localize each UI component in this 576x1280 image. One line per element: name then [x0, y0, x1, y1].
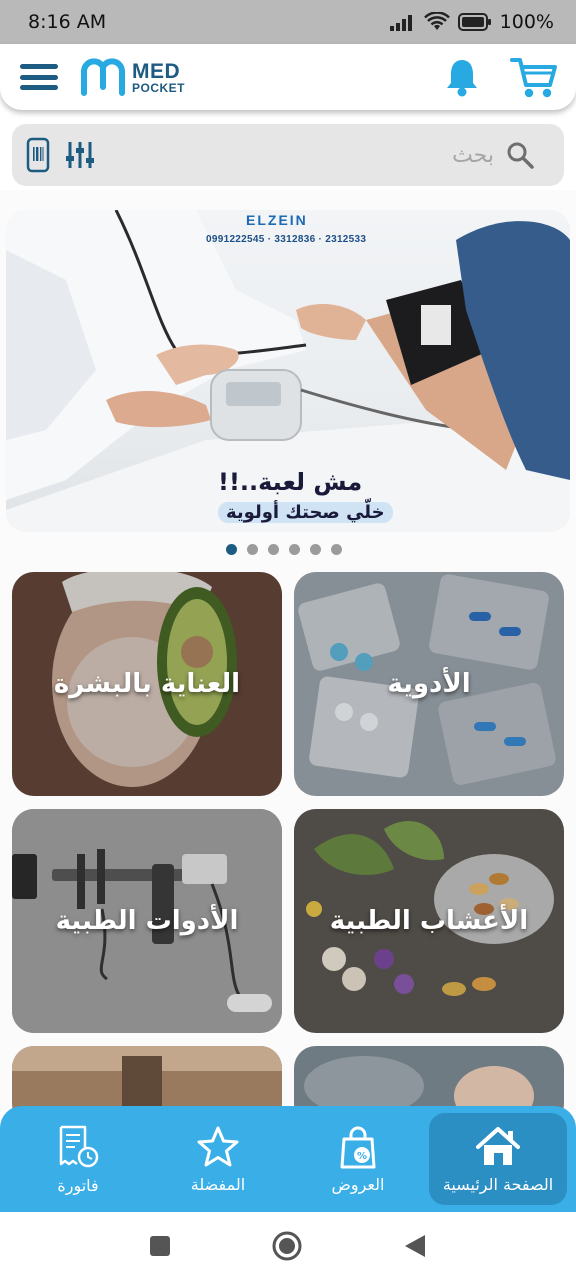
carousel-dot[interactable] [247, 544, 258, 555]
wifi-icon [423, 12, 450, 30]
category-card-herbs[interactable]: الأعشاب الطبية [294, 809, 564, 1033]
category-label: الأعشاب الطبية [329, 906, 529, 936]
category-label: العناية بالبشرة [53, 669, 241, 699]
nav-favorites[interactable]: المفضلة [149, 1113, 287, 1205]
banner-phones: 0991222545 · 3312836 · 2312533 [206, 234, 367, 245]
category-label: الأدوات الطبية [55, 906, 239, 936]
promo-banner[interactable]: ELZEIN 0991222545 · 3312836 · 2312533 مش… [6, 210, 570, 532]
bottom-nav: الصفحة الرئيسية % العروض المفضلة فاتورة [0, 1106, 576, 1212]
home-button-icon[interactable] [271, 1230, 303, 1262]
category-card-skincare[interactable]: العناية بالبشرة [12, 572, 282, 796]
carousel-indicator [226, 544, 342, 555]
logo-text-med: MED [132, 59, 181, 83]
filter-sliders-icon[interactable] [66, 140, 94, 170]
banner-brand: ELZEIN [246, 212, 308, 228]
carousel-dot[interactable] [268, 544, 279, 555]
category-card-medical-tools[interactable]: الأدوات الطبية [12, 809, 282, 1033]
cart-icon[interactable] [510, 55, 558, 99]
barcode-phone-icon[interactable] [26, 137, 50, 173]
system-nav-bar [0, 1212, 576, 1280]
nav-invoice-label: فاتورة [57, 1175, 99, 1195]
nav-offers[interactable]: % العروض [289, 1113, 427, 1205]
nav-offers-label: العروض [331, 1174, 385, 1194]
app-header: MED POCKET [0, 44, 576, 110]
logo-text-pocket: POCKET [132, 80, 186, 95]
nav-home[interactable]: الصفحة الرئيسية [429, 1113, 567, 1205]
app-logo: MED POCKET [80, 57, 185, 97]
status-bar: 8:16 AM 100% [0, 0, 576, 44]
status-time: 8:16 AM [28, 11, 107, 33]
banner-subline: خلّي صحتك أولوية [218, 502, 393, 523]
category-label: الأدوية [387, 669, 471, 699]
logo-mark-icon [81, 58, 125, 96]
home-icon [476, 1126, 520, 1165]
search-input[interactable] [94, 142, 494, 168]
back-icon[interactable] [403, 1233, 427, 1259]
carousel-dot[interactable] [310, 544, 321, 555]
carousel-dot[interactable] [331, 544, 342, 555]
banner-headline: مش لعبة..!! [218, 468, 363, 496]
bell-icon[interactable] [444, 57, 480, 97]
invoice-icon [59, 1125, 99, 1167]
svg-text:%: % [357, 1151, 367, 1162]
nav-home-label: الصفحة الرئيسية [442, 1174, 554, 1194]
category-card-medicines[interactable]: الأدوية [294, 572, 564, 796]
carousel-dot[interactable] [289, 544, 300, 555]
carousel-dot-active[interactable] [226, 544, 237, 555]
signal-icon [389, 15, 412, 31]
star-icon [197, 1126, 239, 1166]
offers-bag-icon: % [340, 1126, 376, 1168]
recents-icon[interactable] [149, 1235, 171, 1257]
battery-percent: 100% [499, 11, 554, 33]
status-icons: 100% [389, 11, 554, 33]
search-icon[interactable] [506, 141, 534, 169]
battery-icon [457, 13, 491, 31]
search-bar [12, 124, 564, 186]
nav-favorites-label: المفضلة [190, 1174, 246, 1194]
nav-invoice[interactable]: فاتورة [9, 1113, 147, 1205]
menu-icon[interactable] [20, 60, 58, 94]
